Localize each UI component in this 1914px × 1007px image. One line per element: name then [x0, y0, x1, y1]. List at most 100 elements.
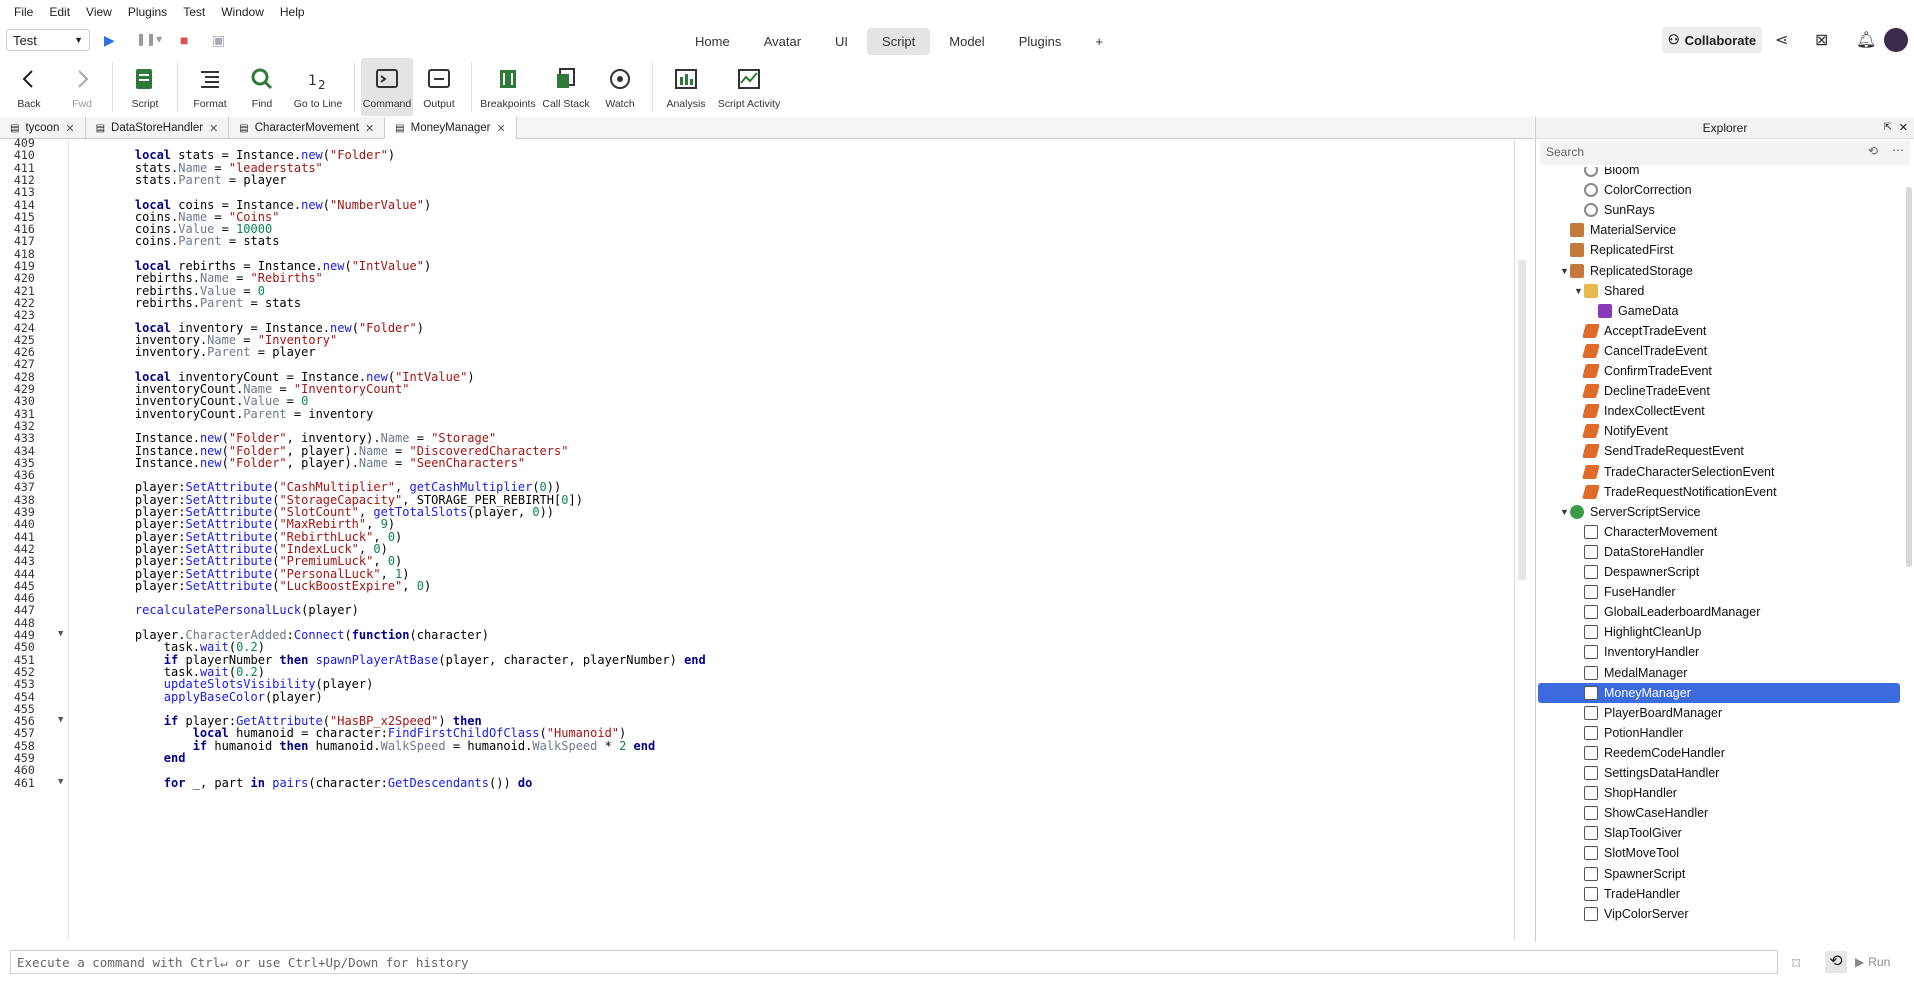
bookmark-icon[interactable]: ⌑ — [1792, 954, 1800, 974]
scrollbar-thumb[interactable] — [1518, 260, 1526, 580]
tree-item-highlightcleanup[interactable]: HighlightCleanUp — [1584, 622, 1701, 642]
tree-item-replicatedfirst[interactable]: ReplicatedFirst — [1570, 240, 1673, 260]
breakpoints-button[interactable]: Breakpoints — [478, 58, 538, 116]
editor-scrollbar[interactable] — [1514, 140, 1528, 940]
bell-icon[interactable]: 🔔︎ — [1856, 30, 1876, 50]
share-icon[interactable]: ⋖ — [1775, 30, 1788, 50]
stop-icon[interactable]: ■ — [180, 32, 188, 48]
close-icon[interactable]: ✕ — [365, 122, 374, 135]
grid-icon[interactable]: ⊠ — [1815, 30, 1828, 50]
tree-item-canceltradeevent[interactable]: CancelTradeEvent — [1582, 341, 1707, 361]
tree-item-vipcolorserver[interactable]: VipColorServer — [1584, 904, 1689, 924]
script-button[interactable]: Script — [119, 58, 171, 116]
tree-item-sunrays[interactable]: SunRays — [1584, 200, 1655, 220]
analysis-button[interactable]: Analysis — [659, 58, 713, 116]
play-icon[interactable]: ▶ — [104, 32, 115, 49]
tree-item-serverscriptservice[interactable]: ▼ ServerScriptService — [1560, 502, 1700, 522]
tree-item-slotmovetool[interactable]: SlotMoveTool — [1584, 843, 1679, 863]
tab-script[interactable]: Script — [867, 28, 931, 55]
forward-button[interactable]: Fwd — [58, 58, 106, 116]
tree-item-fusehandler[interactable]: FuseHandler — [1584, 582, 1676, 602]
code-editor[interactable]: 409 410 411 412 413 414 415 416 417 418 419 420 421 4… — [0, 136, 1534, 940]
test-mode-dropdown[interactable]: Test ▼ — [6, 29, 90, 51]
tree-item-shophandler[interactable]: ShopHandler — [1584, 783, 1677, 803]
tree-item-traderequestnotificationevent[interactable]: TradeRequestNotificationEvent — [1582, 482, 1777, 502]
menu-plugins[interactable]: Plugins — [120, 5, 175, 19]
close-icon[interactable]: ✕ — [1899, 117, 1908, 139]
tree-item-potionhandler[interactable]: PotionHandler — [1584, 723, 1683, 743]
run-button[interactable]: ▶ Run — [1855, 950, 1907, 974]
close-icon[interactable]: ✕ — [65, 122, 74, 135]
tree-item-shared[interactable]: ▼ Shared — [1574, 281, 1644, 301]
fold-arrow-icon[interactable]: ▼ — [58, 715, 63, 725]
tree-item-medalmanager[interactable]: MedalManager — [1584, 663, 1687, 683]
tree-item-slaptoolgiver[interactable]: SlapToolGiver — [1584, 823, 1682, 843]
tree-item-moneymanager[interactable]: MoneyManager — [1538, 682, 1900, 703]
pause-icon[interactable]: ❚❚▾ — [136, 32, 162, 46]
fold-arrow-icon[interactable]: ▼ — [58, 777, 63, 787]
history-icon[interactable]: ⟲ — [1825, 951, 1847, 973]
tree-item-confirmtradeevent[interactable]: ConfirmTradeEvent — [1582, 361, 1712, 381]
close-icon[interactable]: ✕ — [209, 122, 218, 135]
tree-item-settingsdatahandler[interactable]: SettingsDataHandler — [1584, 763, 1719, 783]
fold-arrow-icon[interactable]: ▼ — [58, 629, 63, 639]
tab-plugins[interactable]: Plugins — [1004, 28, 1077, 55]
tree-item-tradecharacterselectionevent[interactable]: TradeCharacterSelectionEvent — [1582, 462, 1774, 482]
tree-item-notifyevent[interactable]: NotifyEvent — [1582, 421, 1668, 441]
tree-item-showcasehandler[interactable]: ShowCaseHandler — [1584, 803, 1708, 823]
menu-test[interactable]: Test — [175, 5, 213, 19]
history-icon[interactable]: ⟲ — [1868, 144, 1878, 158]
tree-item-materialservice[interactable]: MaterialService — [1570, 220, 1676, 240]
tree-item-playerboardmanager[interactable]: PlayerBoardManager — [1584, 703, 1722, 723]
tab-avatar[interactable]: Avatar — [749, 28, 816, 55]
menu-help[interactable]: Help — [272, 5, 313, 19]
tree-item-charactermovement[interactable]: CharacterMovement — [1584, 522, 1717, 542]
explorer-search-input[interactable]: Search ⟲ ⋯ — [1540, 141, 1910, 165]
tree-item-indexcollectevent[interactable]: IndexCollectEvent — [1582, 401, 1705, 421]
doc-tab-datastorehandler[interactable]: ▤ DataStoreHandler ✕ — [86, 117, 230, 139]
find-button[interactable]: Find — [236, 58, 288, 116]
tree-item-tradehandler[interactable]: TradeHandler — [1584, 884, 1680, 904]
collaborate-button[interactable]: ⚇ Collaborate — [1662, 27, 1762, 53]
script-activity-button[interactable]: Script Activity — [713, 58, 785, 116]
back-button[interactable]: Back — [0, 58, 58, 116]
menu-file[interactable]: File — [6, 5, 41, 19]
menu-window[interactable]: Window — [213, 5, 272, 19]
tree-item-bloom[interactable]: Bloom — [1584, 167, 1639, 180]
tab-home[interactable]: Home — [680, 28, 745, 55]
explorer-scrollbar[interactable] — [1906, 187, 1912, 567]
chevron-down-icon[interactable]: ▼ — [1560, 507, 1569, 517]
tree-item-globalleaderboardmanager[interactable]: GlobalLeaderboardManager — [1584, 602, 1760, 622]
tree-item-sendtraderequestevent[interactable]: SendTradeRequestEvent — [1582, 441, 1744, 461]
tab-add[interactable]: + — [1080, 28, 1118, 55]
tab-model[interactable]: Model — [934, 28, 999, 55]
format-button[interactable]: Format — [184, 58, 236, 116]
output-button[interactable]: Output — [413, 58, 465, 116]
tree-item-spawnerscript[interactable]: SpawnerScript — [1584, 864, 1685, 884]
tree-item-inventoryhandler[interactable]: InventoryHandler — [1584, 642, 1699, 662]
tab-ui[interactable]: UI — [820, 28, 863, 55]
tree-item-datastorehandler[interactable]: DataStoreHandler — [1584, 542, 1704, 562]
tree-item-colorcorrection[interactable]: ColorCorrection — [1584, 180, 1692, 200]
more-icon[interactable]: ⋯ — [1892, 143, 1904, 157]
popout-icon[interactable]: ⇱ — [1884, 117, 1892, 139]
tree-item-accepttradeevent[interactable]: AcceptTradeEvent — [1582, 321, 1706, 341]
go-to-line-button[interactable]: 1 2 Go to Line — [288, 58, 348, 116]
avatar[interactable] — [1884, 28, 1908, 52]
menu-edit[interactable]: Edit — [41, 5, 78, 19]
command-input[interactable]: Execute a command with Ctrl↵ or use Ctrl… — [10, 950, 1778, 974]
tree-item-declinetradeevent[interactable]: DeclineTradeEvent — [1582, 381, 1710, 401]
close-icon[interactable]: ✕ — [497, 122, 506, 135]
watch-button[interactable]: Watch — [594, 58, 646, 116]
doc-tab-tycoon[interactable]: ▤ tycoon ✕ — [0, 117, 86, 139]
doc-tab-moneymanager[interactable]: ▤ MoneyManager ✕ — [385, 117, 517, 139]
menu-view[interactable]: View — [78, 5, 120, 19]
tree-item-replicatedstorage[interactable]: ▼ ReplicatedStorage — [1560, 261, 1693, 281]
tree-item-reedemcodehandler[interactable]: ReedemCodeHandler — [1584, 743, 1725, 763]
screen-icon[interactable]: ▣ — [212, 32, 225, 49]
command-button[interactable]: Command — [361, 58, 413, 116]
chevron-down-icon[interactable]: ▼ — [1560, 266, 1569, 276]
call-stack-button[interactable]: Call Stack — [538, 58, 594, 116]
tree-item-gamedata[interactable]: GameData — [1598, 301, 1678, 321]
tree-item-despawnerscript[interactable]: DespawnerScript — [1584, 562, 1699, 582]
